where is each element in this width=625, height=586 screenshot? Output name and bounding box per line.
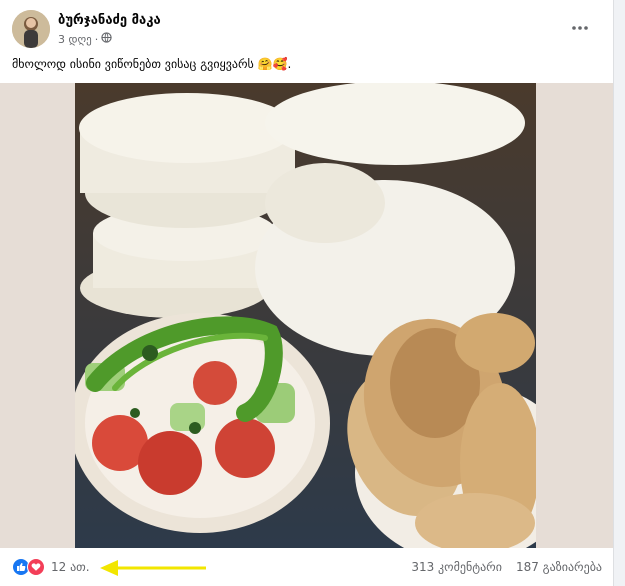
author-name[interactable]: ბურჯანაძე მაკა xyxy=(58,13,161,28)
love-reaction-icon xyxy=(27,558,45,576)
engagement-stats: 313 კომენტარი 187 გაზიარება xyxy=(411,560,602,574)
reaction-count[interactable]: 12 ათ. xyxy=(51,560,90,574)
post-card: ბურჯანაძე მაკა 3 დღე · მხოლოდ ისინი ვიწო… xyxy=(0,0,614,586)
annotation-arrow-icon xyxy=(100,560,206,576)
post-meta: 3 დღე · xyxy=(58,32,112,46)
author-avatar[interactable] xyxy=(12,10,50,48)
comment-count[interactable]: 313 კომენტარი xyxy=(411,560,502,574)
post-photo[interactable] xyxy=(75,83,536,548)
more-options-icon[interactable] xyxy=(568,16,592,40)
post-text: მხოლოდ ისინი ვიწონებთ ვისაც გვიყვარს 🤗🥰. xyxy=(12,57,292,71)
meta-separator: · xyxy=(94,32,99,46)
share-count[interactable]: 187 გაზიარება xyxy=(516,560,602,574)
post-media[interactable] xyxy=(0,83,613,548)
reactions-summary[interactable]: 12 ათ. xyxy=(12,558,90,576)
post-time[interactable]: 3 დღე xyxy=(58,33,92,46)
post-header: ბურჯანაძე მაკა 3 დღე · xyxy=(12,10,602,50)
globe-icon xyxy=(101,32,112,46)
